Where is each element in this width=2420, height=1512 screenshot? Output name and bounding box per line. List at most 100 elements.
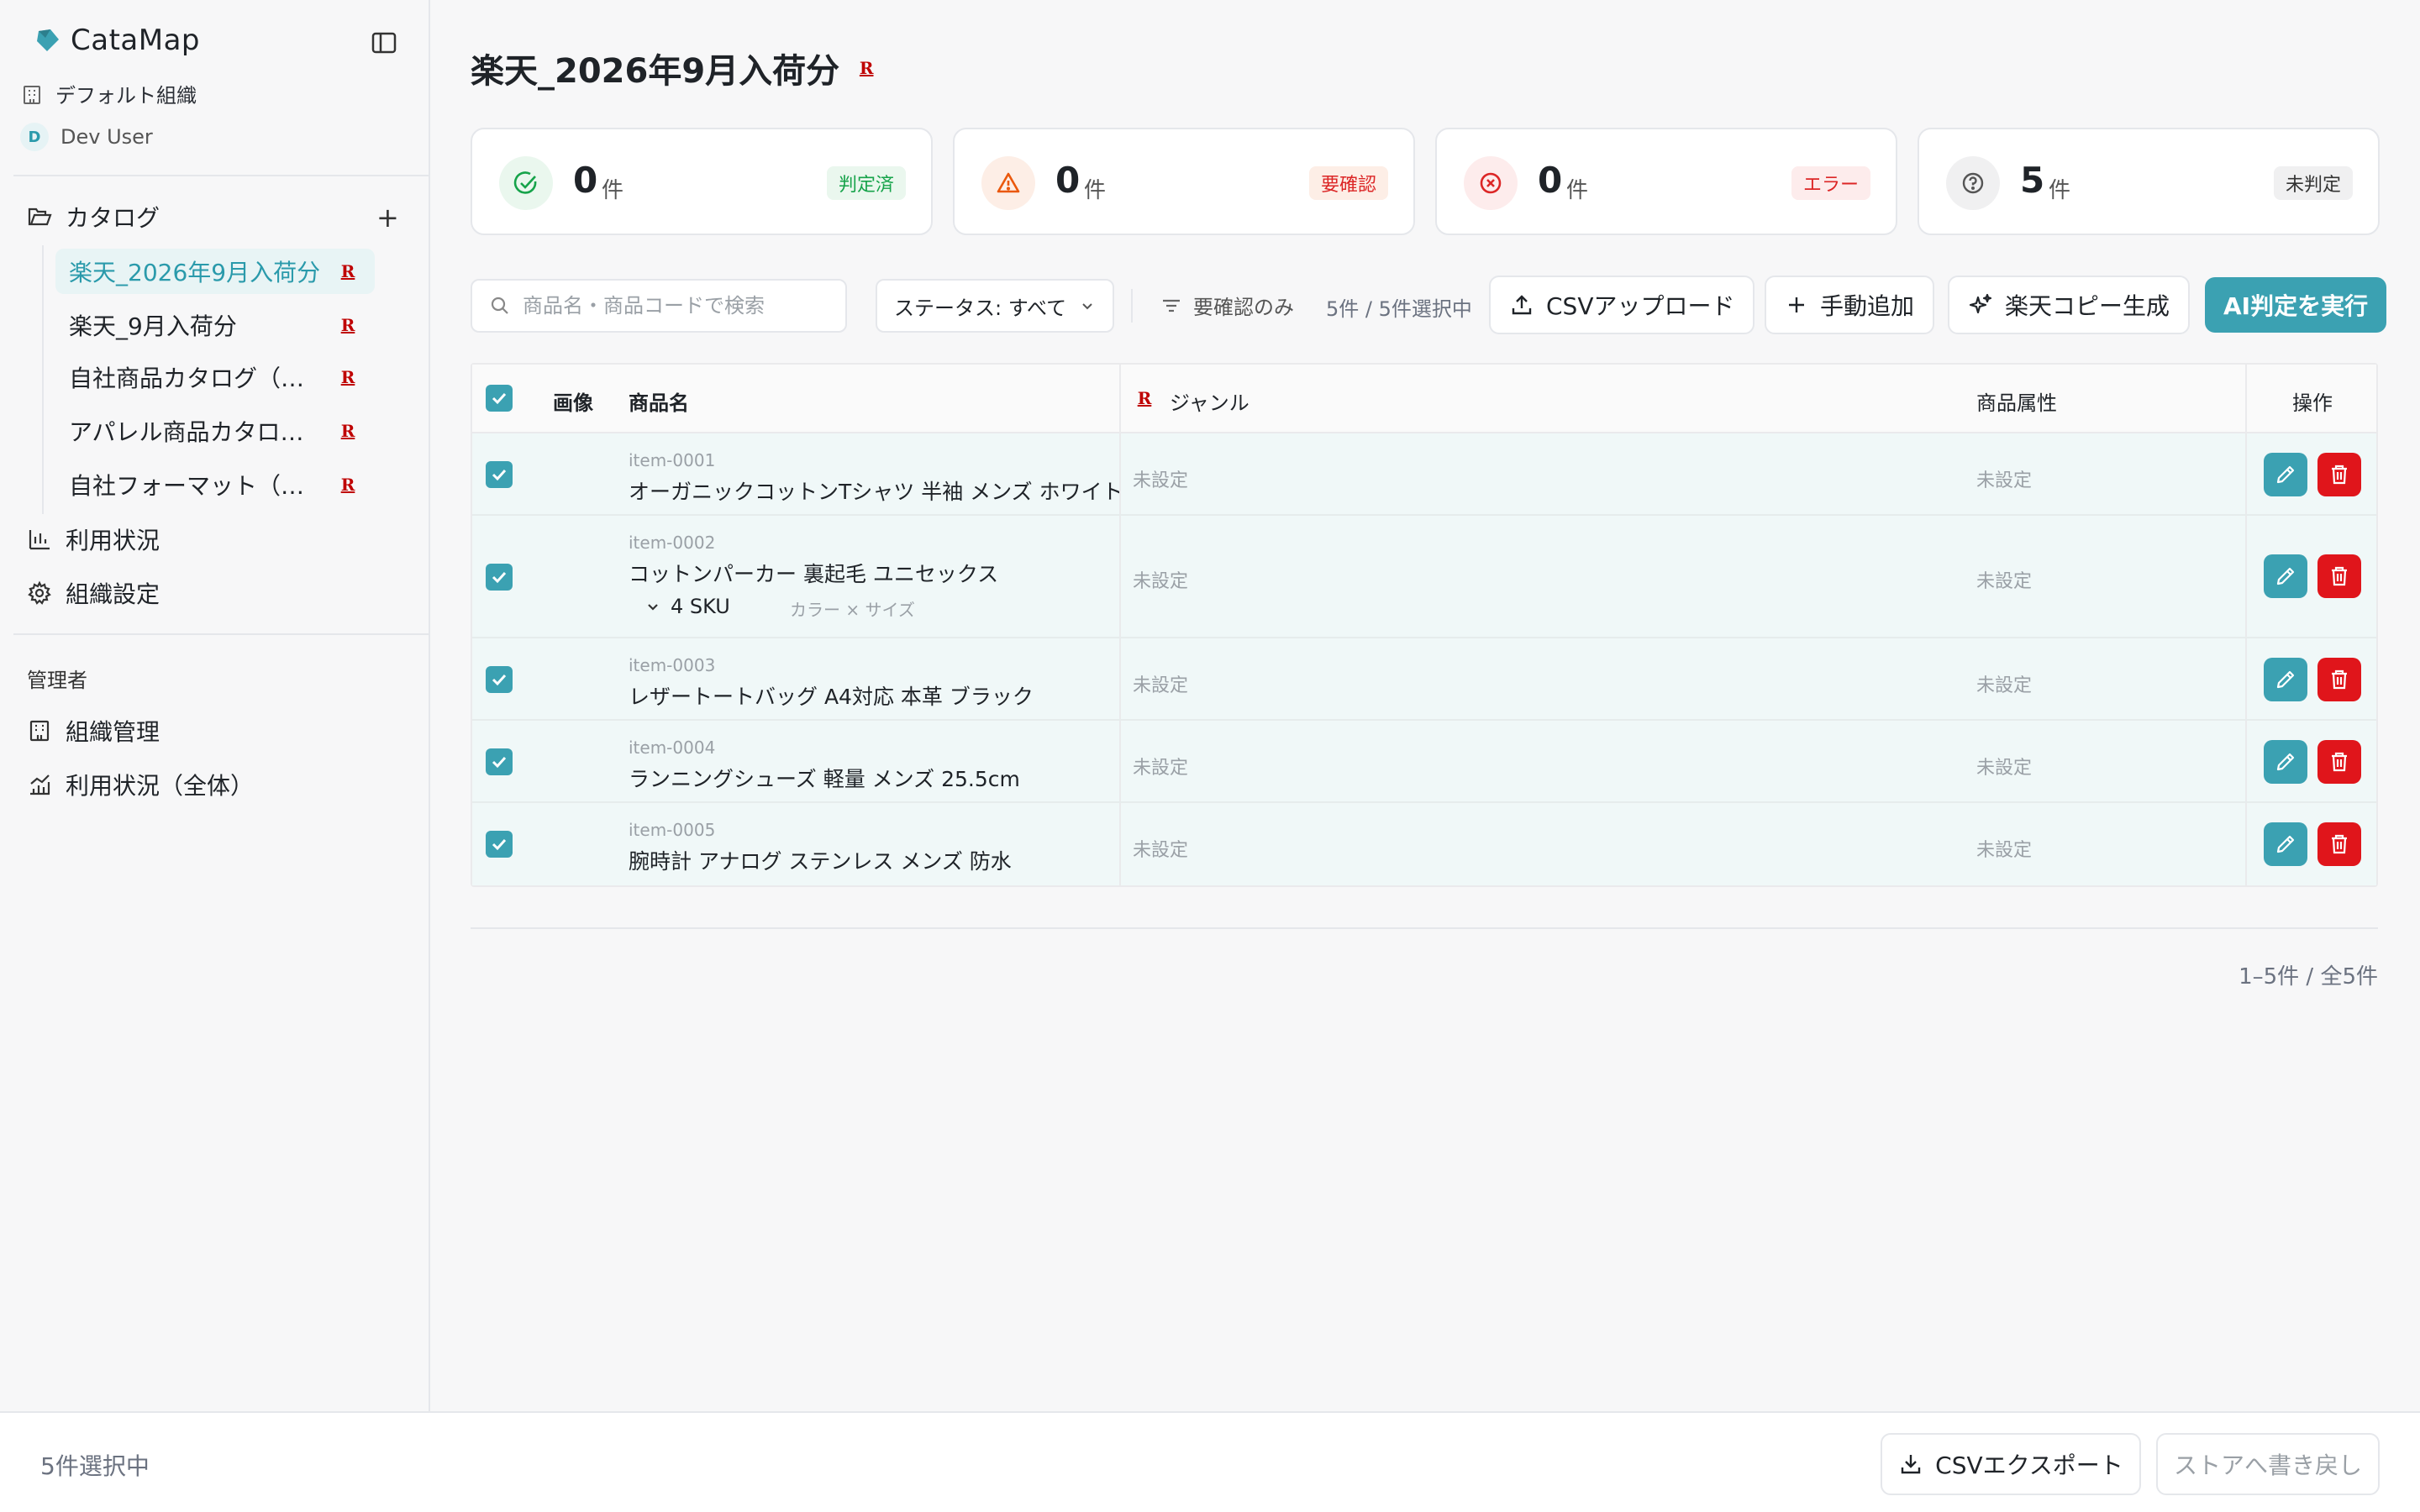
delete-button[interactable]: [2317, 453, 2361, 496]
attribute-value[interactable]: 未設定: [1976, 465, 2032, 492]
csv-upload-button[interactable]: CSVアップロード: [1489, 276, 1755, 334]
search-input[interactable]: [523, 294, 825, 318]
toolbar-separator: [1131, 289, 1133, 323]
header-genre: ジャンル: [1170, 391, 1249, 415]
attribute-value[interactable]: 未設定: [1976, 670, 2032, 697]
sku-toggle[interactable]: 4 SKU: [645, 595, 730, 618]
attribute-value[interactable]: 未設定: [1976, 566, 2032, 593]
header-image: 画像: [553, 391, 593, 415]
table-row[interactable]: item-0001 オーガニックコットンTシャツ 半袖 メンズ ホワイト 未設定…: [472, 433, 2376, 516]
catalog-item-1[interactable]: 楽天_2026年9月入荷分 R: [55, 249, 375, 294]
rakuten-icon: R: [340, 421, 355, 441]
catalog-item-3[interactable]: 自社商品カタログ（… R: [55, 354, 375, 400]
row-checkbox[interactable]: [486, 748, 513, 775]
edit-button[interactable]: [2264, 554, 2307, 598]
building-icon: [24, 85, 40, 104]
attribute-value[interactable]: 未設定: [1976, 835, 2032, 862]
header-actions: 操作: [2292, 391, 2333, 415]
stat-icon-wrap: [1946, 156, 2000, 210]
delete-button[interactable]: [2317, 554, 2361, 598]
item-code: item-0003: [629, 655, 716, 675]
edit-button[interactable]: [2264, 740, 2307, 784]
catalog-item-4[interactable]: アパレル商品カタロ… R: [55, 408, 375, 454]
org-switcher[interactable]: デフォルト組織: [20, 79, 197, 108]
check-icon: [492, 674, 507, 686]
table-row[interactable]: item-0004 ランニングシューズ 軽量 メンズ 25.5cm 未設定 未設…: [472, 721, 2376, 803]
status-badge: 要確認: [1308, 166, 1388, 200]
genre-value[interactable]: 未設定: [1133, 753, 1188, 780]
row-checkbox[interactable]: [486, 831, 513, 858]
stat-count: 0: [1055, 160, 1081, 201]
select-all-checkbox[interactable]: [486, 385, 513, 412]
nav-org-settings[interactable]: 組織設定: [27, 576, 160, 610]
row-checkbox[interactable]: [486, 666, 513, 693]
column-divider: [2245, 803, 2247, 885]
brand[interactable]: CataMap: [34, 24, 200, 57]
delete-button[interactable]: [2317, 658, 2361, 701]
sku-attributes: カラー × サイズ: [790, 600, 915, 620]
item-name[interactable]: レザートートバッグ A4対応 本革 ブラック: [629, 680, 1034, 711]
pencil-icon: [2276, 670, 2295, 689]
stat-count: 5: [2020, 160, 2045, 201]
nav-org-admin[interactable]: 組織管理: [27, 714, 160, 748]
search-box: [471, 279, 847, 333]
item-name[interactable]: コットンパーカー 裏起毛 ユニセックス: [629, 558, 998, 588]
pagination-info: 1–5件 / 全5件: [2238, 964, 2378, 990]
sidebar-toggle-icon[interactable]: [370, 29, 398, 57]
rakuten-icon: R: [340, 315, 355, 335]
attribute-value[interactable]: 未設定: [1976, 753, 2032, 780]
trash-icon: [2332, 465, 2347, 485]
table-divider: [471, 927, 2378, 929]
column-divider: [2245, 516, 2247, 637]
footer-selection-count: 5件選択中: [40, 1452, 150, 1480]
nav-org-settings-label: 組織設定: [66, 580, 160, 608]
edit-button[interactable]: [2264, 822, 2307, 866]
status-badge: 判定済: [826, 166, 906, 200]
genre-value[interactable]: 未設定: [1133, 835, 1188, 862]
question-circle-icon: [1962, 172, 1984, 194]
sidebar: CataMap デフォルト組織 D Dev User カタログ + 楽天_202…: [0, 0, 430, 1411]
nav-usage[interactable]: 利用状況: [27, 522, 160, 556]
catalog-item-5[interactable]: 自社フォーマット（… R: [55, 462, 375, 507]
nav-usage-label: 利用状況: [66, 527, 160, 554]
item-name[interactable]: ランニングシューズ 軽量 メンズ 25.5cm: [629, 763, 1020, 793]
csv-export-button[interactable]: CSVエクスポート: [1881, 1433, 2141, 1495]
check-icon: [492, 756, 507, 769]
nav-usage-all[interactable]: 利用状況（全体）: [27, 768, 254, 801]
row-checkbox[interactable]: [486, 461, 513, 488]
delete-button[interactable]: [2317, 822, 2361, 866]
brand-name: CataMap: [71, 24, 200, 57]
status-filter-select[interactable]: ステータス: すべて: [876, 279, 1114, 333]
header-attributes: 商品属性: [1976, 391, 2057, 415]
edit-button[interactable]: [2264, 453, 2307, 496]
catalog-item-2[interactable]: 楽天_9月入荷分 R: [55, 302, 375, 348]
genre-value[interactable]: 未設定: [1133, 566, 1188, 593]
item-name[interactable]: 腕時計 アナログ ステンレス メンズ 防水: [629, 845, 1012, 875]
stat-unit: 件: [1084, 178, 1107, 203]
table-row[interactable]: item-0003 レザートートバッグ A4対応 本革 ブラック 未設定 未設定: [472, 638, 2376, 721]
genre-value[interactable]: 未設定: [1133, 670, 1188, 697]
genre-value[interactable]: 未設定: [1133, 465, 1188, 492]
add-catalog-button[interactable]: +: [376, 202, 399, 234]
stat-card-review: 0 件 要確認: [953, 128, 1415, 235]
row-checkbox[interactable]: [486, 564, 513, 591]
main-content: 楽天_2026年9月入荷分 R 0 件 判定済 0 件 要確認 0 件 エラー …: [432, 0, 2420, 1411]
manual-add-button[interactable]: 手動追加: [1765, 276, 1935, 334]
table-row[interactable]: item-0002 コットンパーカー 裏起毛 ユニセックス 4 SKU カラー …: [472, 516, 2376, 638]
bar-chart-icon: [29, 530, 50, 550]
delete-button[interactable]: [2317, 740, 2361, 784]
chevron-down-icon: [648, 604, 658, 611]
nav-catalog[interactable]: カタログ: [27, 200, 160, 234]
user-menu[interactable]: D Dev User: [20, 123, 153, 151]
column-divider: [1119, 433, 1121, 514]
check-icon: [492, 838, 507, 851]
item-name[interactable]: オーガニックコットンTシャツ 半袖 メンズ ホワイト: [629, 475, 1123, 506]
ai-run-button[interactable]: AI判定を実行: [2205, 277, 2387, 333]
review-only-filter[interactable]: 要確認のみ: [1160, 291, 1294, 320]
rakuten-copy-button[interactable]: 楽天コピー生成: [1948, 276, 2191, 334]
edit-button[interactable]: [2264, 658, 2307, 701]
store-writeback-button[interactable]: ストアへ書き戻し: [2156, 1433, 2380, 1495]
stat-icon-wrap: [499, 156, 553, 210]
building-icon: [29, 720, 50, 742]
table-row[interactable]: item-0005 腕時計 アナログ ステンレス メンズ 防水 未設定 未設定: [472, 803, 2376, 885]
